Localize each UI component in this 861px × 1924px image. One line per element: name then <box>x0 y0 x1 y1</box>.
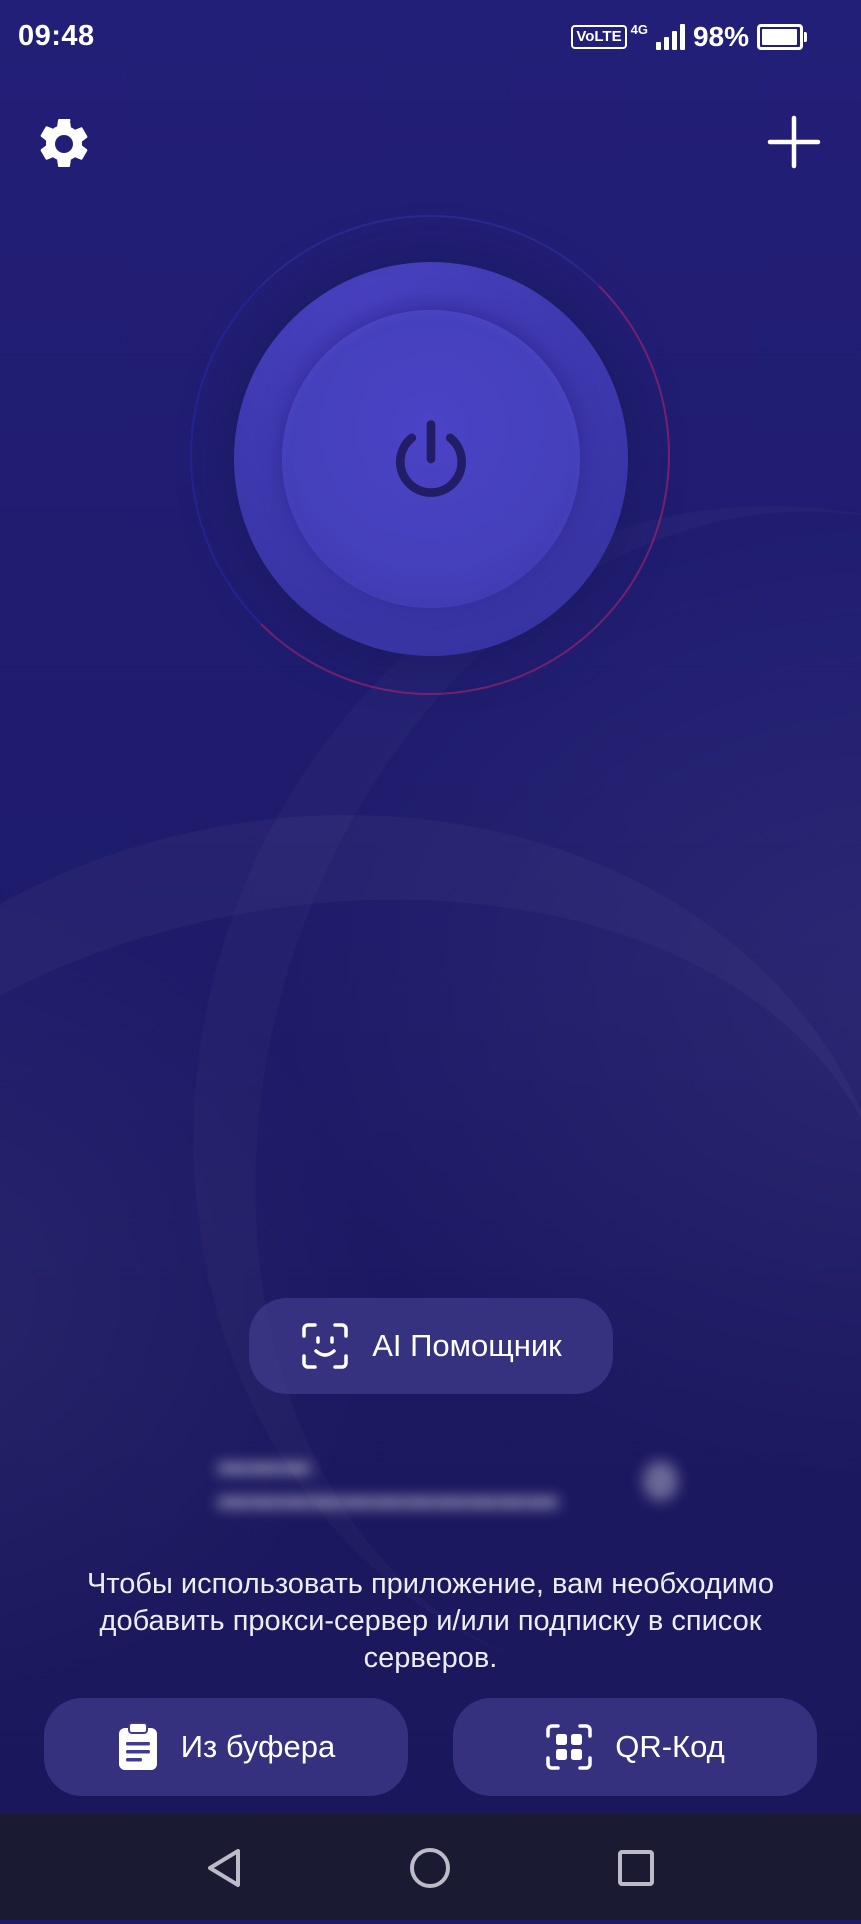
plus-icon <box>767 115 821 169</box>
add-server-button[interactable] <box>764 112 824 172</box>
status-bar: 09:48 VoLTE 4G 98% <box>0 0 861 74</box>
empty-state-hint: Чтобы использовать приложение, вам необх… <box>86 1568 774 1674</box>
scan-qr-button[interactable]: QR-Код <box>453 1698 817 1796</box>
import-clipboard-button[interactable]: Из буфера <box>44 1698 408 1796</box>
face-scan-icon <box>302 1323 348 1369</box>
back-triangle-icon <box>208 1849 240 1887</box>
ai-assistant-label: AI Помощник <box>372 1328 562 1363</box>
settings-button[interactable] <box>34 114 94 174</box>
ai-assistant-button[interactable]: AI Помощник <box>249 1298 613 1394</box>
blurred-server-info: ▬▬▬ ▬▬▬▬▬▬▬▬▬▬▬ <box>218 1447 678 1514</box>
import-clipboard-label: Из буфера <box>180 1729 336 1764</box>
status-time: 09:48 <box>18 20 95 52</box>
power-button[interactable] <box>282 310 580 608</box>
scan-qr-label: QR-Код <box>615 1729 725 1764</box>
battery-fill <box>762 29 798 45</box>
power-icon <box>395 420 467 497</box>
blurred-server-text: ▬▬▬ ▬▬▬▬▬▬▬▬▬▬▬ <box>218 1447 559 1514</box>
qr-scan-icon <box>546 1724 592 1770</box>
battery-percent: 98% <box>692 21 749 52</box>
home-circle-icon <box>410 1848 450 1888</box>
nav-recent-button[interactable] <box>606 1838 666 1898</box>
recent-square-icon <box>618 1850 654 1886</box>
signal-icon <box>655 24 685 50</box>
volte-badge: VoLTE <box>571 25 627 49</box>
blurred-badge <box>642 1461 678 1501</box>
network-type: 4G <box>630 21 648 37</box>
system-navigation-bar <box>0 1814 861 1920</box>
nav-back-button[interactable] <box>194 1838 254 1898</box>
clipboard-icon <box>118 1722 157 1770</box>
battery-icon <box>757 24 807 50</box>
gear-icon <box>40 118 88 167</box>
status-indicators: VoLTE 4G 98% <box>571 18 807 56</box>
nav-home-button[interactable] <box>400 1838 460 1898</box>
